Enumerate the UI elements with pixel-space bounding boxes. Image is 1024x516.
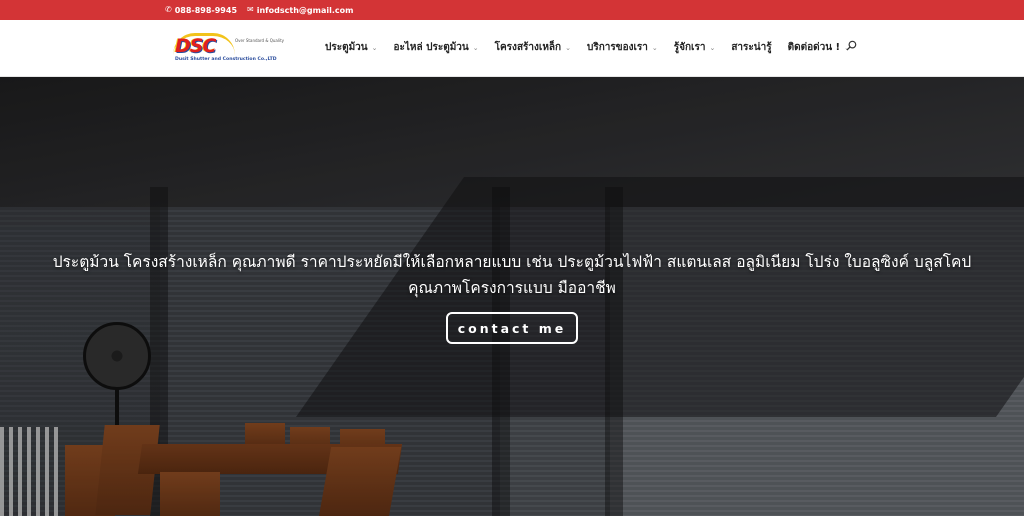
hero-banner: ประตูม้วน โครงสร้างเหล็ก คุณภาพดี ราคาปร… bbox=[0, 77, 1024, 516]
site-logo[interactable]: DSC Over Standard & Quality Dusit Shutte… bbox=[171, 33, 284, 65]
logo-tagline: Over Standard & Quality bbox=[235, 38, 285, 43]
nav-item-about[interactable]: รู้จักเรา ⌄ bbox=[674, 40, 716, 55]
nav-item-label: ประตูม้วน bbox=[325, 42, 368, 53]
nav-item-label: รู้จักเรา bbox=[673, 42, 706, 53]
logo-company: Dusit Shutter and Construction Co.,LTD bbox=[175, 57, 277, 62]
top-contact-bar: ✆ 088-898-9945 ✉ infodscth@gmail.com bbox=[0, 0, 1024, 20]
hero-line-2: คุณภาพโครงการแบบ มืออาชีพ bbox=[408, 279, 616, 297]
chevron-down-icon: ⌄ bbox=[565, 43, 571, 52]
nav-item-label: บริการของเรา bbox=[586, 42, 648, 53]
phone-contact[interactable]: ✆ 088-898-9945 bbox=[165, 6, 237, 15]
mail-icon: ✉ bbox=[247, 5, 254, 14]
chevron-down-icon: ⌄ bbox=[472, 43, 479, 52]
nav-item-rolling-door[interactable]: ประตูม้วน ⌄ bbox=[325, 40, 378, 55]
nav-item-label: อะไหล่ ประตูม้วน bbox=[393, 42, 469, 53]
hero-headline: ประตูม้วน โครงสร้างเหล็ก คุณภาพดี ราคาปร… bbox=[0, 249, 1024, 301]
nav-item-contact[interactable]: ติดต่อด่วน ! ⌄ bbox=[788, 40, 850, 55]
hero-line-1: ประตูม้วน โครงสร้างเหล็ก คุณภาพดี ราคาปร… bbox=[52, 253, 972, 271]
email-contact[interactable]: ✉ infodscth@gmail.com bbox=[247, 6, 353, 15]
site-header: DSC Over Standard & Quality Dusit Shutte… bbox=[0, 20, 1024, 77]
phone-number: 088-898-9945 bbox=[174, 5, 238, 15]
nav-item-label: โครงสร้างเหล็ก bbox=[494, 42, 562, 53]
chevron-down-icon: ⌄ bbox=[651, 43, 658, 52]
main-nav: ประตูม้วน ⌄ อะไหล่ ประตูม้วน ⌄ โครงสร้าง… bbox=[325, 40, 850, 55]
phone-icon: ✆ bbox=[165, 5, 172, 14]
nav-item-parts[interactable]: อะไหล่ ประตูม้วน ⌄ bbox=[394, 40, 479, 55]
contact-me-button[interactable]: contact me bbox=[446, 312, 578, 344]
nav-item-services[interactable]: บริการของเรา ⌄ bbox=[587, 40, 658, 55]
chevron-down-icon: ⌄ bbox=[709, 43, 716, 52]
nav-item-steel-structure[interactable]: โครงสร้างเหล็ก ⌄ bbox=[495, 40, 571, 55]
email-address: infodscth@gmail.com bbox=[256, 5, 354, 15]
search-icon[interactable] bbox=[846, 40, 857, 51]
nav-item-label: สาระน่ารู้ bbox=[731, 42, 772, 53]
nav-item-label: ติดต่อด่วน ! bbox=[787, 42, 841, 53]
logo-brand: DSC bbox=[175, 35, 216, 57]
chevron-down-icon: ⌄ bbox=[371, 43, 378, 52]
nav-item-articles[interactable]: สาระน่ารู้ bbox=[731, 40, 771, 55]
